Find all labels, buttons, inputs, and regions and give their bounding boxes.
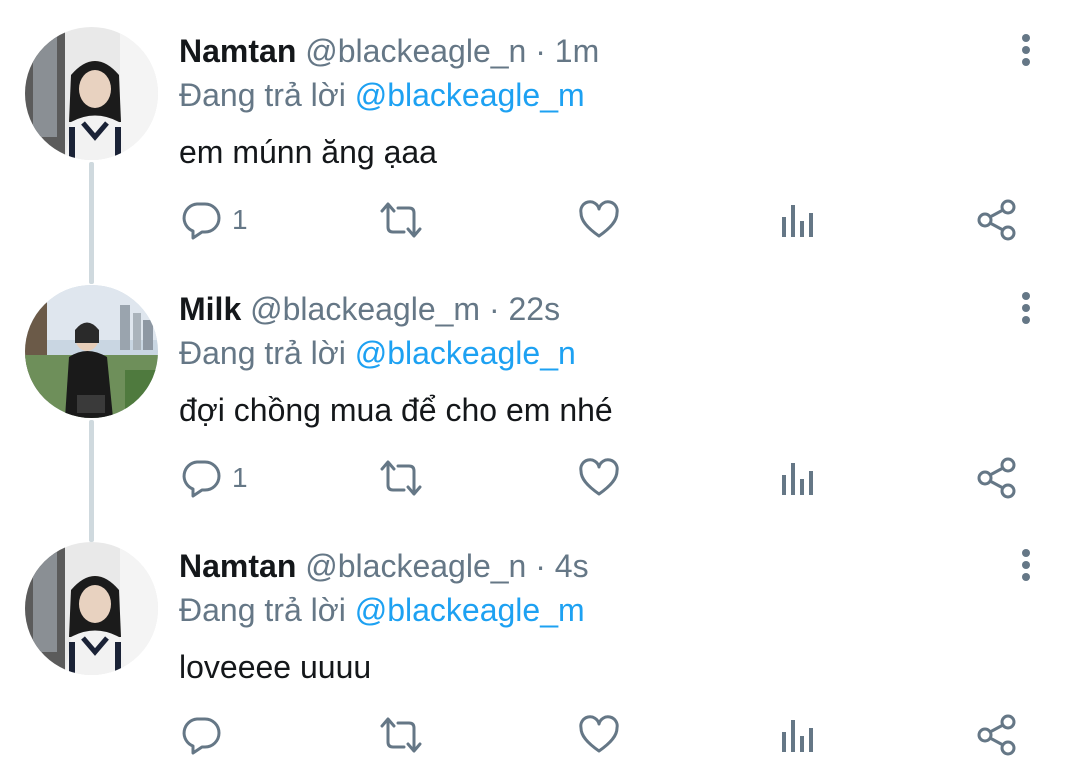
share-button[interactable] — [975, 455, 1019, 501]
timestamp[interactable]: 22s — [509, 291, 561, 327]
analytics-icon — [782, 205, 813, 237]
retweet-button[interactable] — [378, 197, 424, 243]
more-options-button[interactable] — [1006, 288, 1046, 328]
tweet[interactable]: Namtan @blackeagle_n · 4s Đang trả lời @… — [0, 515, 1080, 772]
more-options-button[interactable] — [1006, 545, 1046, 585]
share-button[interactable] — [975, 712, 1019, 758]
analytics-button[interactable] — [776, 197, 818, 243]
replying-to-mention[interactable]: @blackeagle_n — [355, 335, 576, 371]
meta-separator: · — [526, 33, 555, 69]
display-name[interactable]: Namtan — [179, 548, 296, 584]
user-handle[interactable]: @blackeagle_m — [250, 291, 480, 327]
like-button[interactable] — [578, 455, 620, 501]
avatar[interactable] — [25, 27, 158, 160]
meta-separator: · — [480, 291, 509, 327]
meta-separator: · — [526, 548, 555, 584]
replying-to-mention[interactable]: @blackeagle_m — [355, 592, 585, 628]
retweet-icon — [380, 717, 422, 753]
retweet-icon — [380, 202, 422, 238]
more-vertical-icon — [1022, 549, 1030, 581]
replying-to: Đang trả lời @blackeagle_m — [179, 76, 585, 114]
replying-to: Đang trả lời @blackeagle_m — [179, 591, 585, 629]
user-handle[interactable]: @blackeagle_n — [305, 33, 526, 69]
reply-count: 1 — [232, 462, 248, 493]
like-button[interactable] — [578, 197, 620, 243]
heart-icon — [579, 200, 619, 238]
reply-icon — [182, 460, 221, 498]
replying-to-mention[interactable]: @blackeagle_m — [355, 77, 585, 113]
reply-button[interactable] — [180, 712, 232, 758]
analytics-button[interactable] — [776, 712, 818, 758]
timestamp[interactable]: 4s — [555, 548, 589, 584]
reply-button[interactable]: 1 — [180, 197, 248, 243]
namtan-avatar-image — [25, 27, 158, 160]
timestamp[interactable]: 1m — [555, 33, 599, 69]
tweet-text: em múnn ăng ạaa — [179, 134, 437, 170]
analytics-button[interactable] — [776, 455, 818, 501]
share-icon — [977, 457, 1016, 499]
share-button[interactable] — [975, 197, 1019, 243]
reply-thread: Namtan @blackeagle_n · 1m Đang trả lời @… — [0, 0, 1080, 772]
heart-icon — [579, 715, 619, 753]
tweet[interactable]: Namtan @blackeagle_n · 1m Đang trả lời @… — [0, 0, 1080, 258]
retweet-button[interactable] — [378, 455, 424, 501]
namtan-avatar-image — [25, 542, 158, 675]
more-vertical-icon — [1022, 292, 1030, 324]
reply-button[interactable]: 1 — [180, 455, 248, 501]
tweet-text: loveeee uuuu — [179, 649, 372, 685]
more-options-button[interactable] — [1006, 30, 1046, 70]
reply-count: 1 — [232, 204, 248, 235]
reply-icon — [182, 717, 221, 755]
analytics-icon — [782, 463, 813, 495]
replying-to-label: Đang trả lời — [179, 592, 355, 628]
tweet-header: Milk @blackeagle_m · 22s — [179, 290, 560, 328]
avatar[interactable] — [25, 542, 158, 675]
tweet-header: Namtan @blackeagle_n · 1m — [179, 32, 599, 70]
heart-icon — [579, 458, 619, 496]
tweet-header: Namtan @blackeagle_n · 4s — [179, 547, 589, 585]
analytics-icon — [782, 720, 813, 752]
avatar[interactable] — [25, 285, 158, 418]
retweet-button[interactable] — [378, 712, 424, 758]
tweet[interactable]: Milk @blackeagle_m · 22s Đang trả lời @b… — [0, 258, 1080, 516]
replying-to: Đang trả lời @blackeagle_n — [179, 334, 576, 372]
like-button[interactable] — [578, 712, 620, 758]
share-icon — [977, 714, 1016, 756]
milk-avatar-image — [25, 285, 158, 418]
display-name[interactable]: Namtan — [179, 33, 296, 69]
display-name[interactable]: Milk — [179, 291, 241, 327]
user-handle[interactable]: @blackeagle_n — [305, 548, 526, 584]
reply-icon — [182, 202, 221, 240]
share-icon — [977, 199, 1016, 241]
replying-to-label: Đang trả lời — [179, 77, 355, 113]
more-vertical-icon — [1022, 34, 1030, 66]
replying-to-label: Đang trả lời — [179, 335, 355, 371]
retweet-icon — [380, 460, 422, 496]
tweet-text: đợi chồng mua để cho em nhé — [179, 392, 613, 428]
